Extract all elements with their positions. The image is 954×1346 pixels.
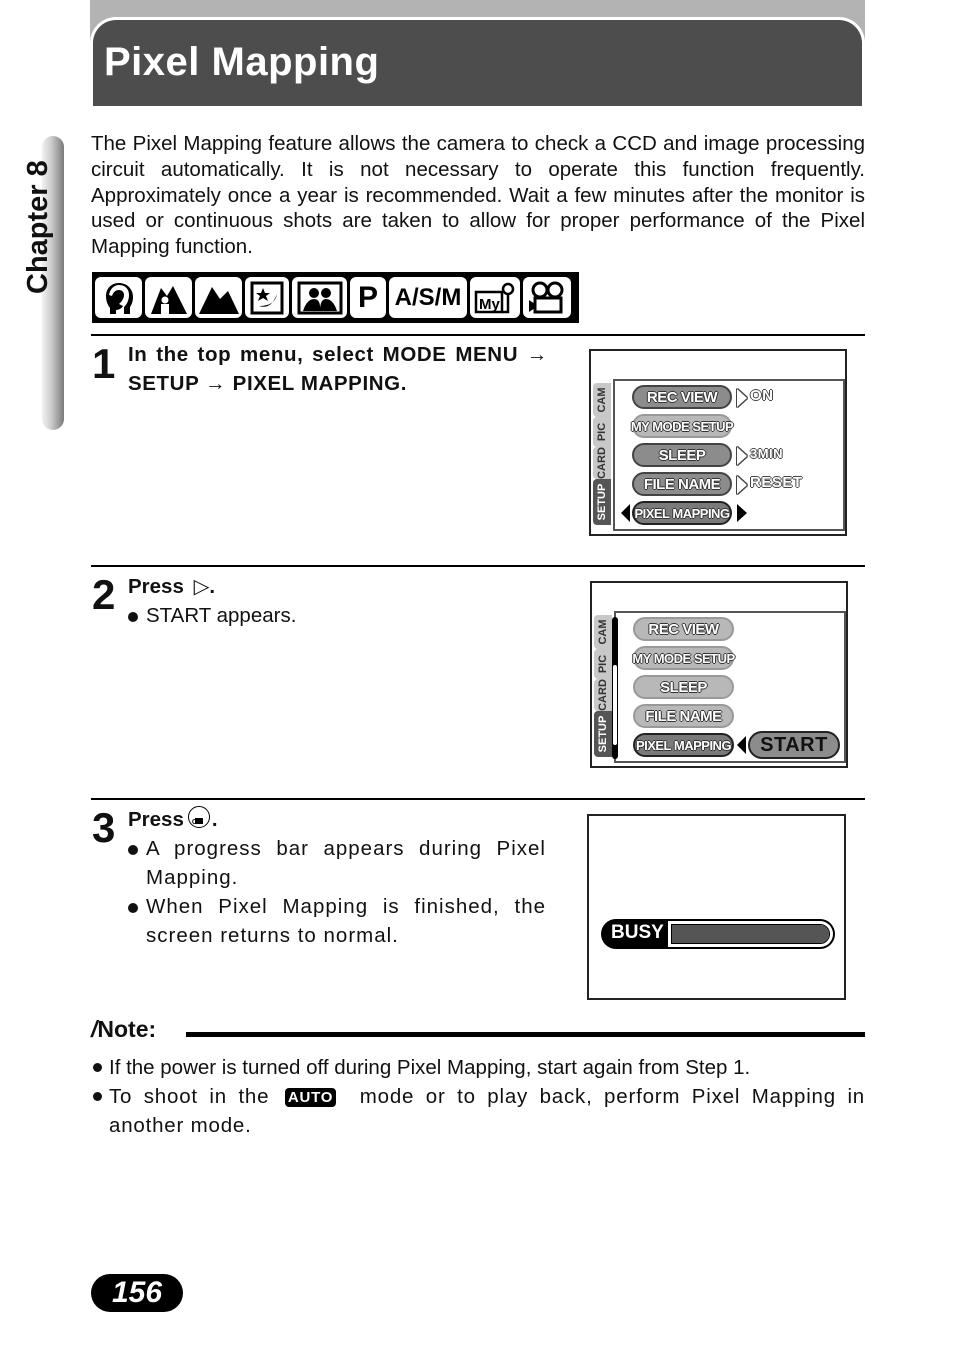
page-number: 156	[91, 1274, 183, 1312]
step-2-bullets: START appears.	[128, 601, 296, 630]
tab-cam[interactable]: CAM	[594, 615, 612, 649]
menu-item-my-mode-setup[interactable]: MY MODE SETUP	[632, 646, 735, 670]
lcd-screen-busy: BUSY	[587, 814, 846, 1000]
chapter-label: Chapter 8	[22, 160, 54, 294]
menu-item-pixel-mapping[interactable]: PIXEL MAPPING	[633, 733, 734, 757]
menu-item-rec-view[interactable]: REC VIEW	[633, 617, 734, 641]
tab-setup[interactable]: SETUP	[593, 479, 611, 525]
night-scene-icon	[245, 277, 289, 318]
movie-icon	[523, 277, 571, 318]
menu-item-file-name[interactable]: FILE NAME	[633, 704, 734, 728]
sleep-value: 3MIN	[750, 446, 784, 461]
intro-paragraph: The Pixel Mapping feature allows the cam…	[91, 132, 865, 259]
arrow-right-icon	[737, 447, 747, 465]
tab-pic[interactable]: PIC	[593, 417, 611, 447]
busy-label: BUSY	[611, 922, 664, 943]
start-button[interactable]: START	[748, 731, 840, 759]
svg-text:My: My	[479, 296, 500, 313]
arrow-left-icon	[737, 736, 746, 754]
note-item: If the power is turned off during Pixel …	[91, 1053, 865, 1082]
note-heading: /Note:	[91, 1016, 157, 1042]
menu-item-sleep[interactable]: SLEEP	[632, 443, 732, 467]
bullet-item: When Pixel Mapping is finished, the scre…	[128, 892, 546, 950]
my-mode-icon: My	[470, 277, 520, 318]
arrow-right-icon	[737, 389, 747, 407]
menu-item-sleep[interactable]: SLEEP	[633, 675, 734, 699]
right-button-icon: ▷	[193, 575, 210, 598]
bullet-item: A progress bar appears during Pixel Mapp…	[128, 834, 546, 892]
tab-pic[interactable]: PIC	[594, 649, 612, 679]
progress-bar	[668, 921, 833, 947]
landscape-portrait-icon	[145, 277, 192, 318]
tab-card[interactable]: CARD	[594, 679, 612, 711]
tab-setup[interactable]: SETUP	[594, 711, 612, 757]
bullet-item: START appears.	[128, 601, 296, 630]
progress-track	[671, 924, 830, 944]
step-3-bullets: A progress bar appears during Pixel Mapp…	[128, 834, 546, 950]
step-number: 3	[92, 804, 116, 851]
progress-indicator: BUSY	[601, 919, 835, 949]
menu-item-file-name[interactable]: FILE NAME	[632, 472, 732, 496]
file-name-value: RESET	[750, 474, 803, 491]
step-divider	[91, 565, 865, 567]
note-list: If the power is turned off during Pixel …	[91, 1053, 865, 1140]
rec-view-value: ON	[750, 387, 774, 404]
landscape-icon	[195, 277, 242, 318]
step-divider	[91, 334, 865, 336]
step-number: 2	[92, 571, 116, 618]
portrait-icon	[95, 277, 142, 318]
progress-fill	[672, 925, 829, 943]
menu-item-rec-view[interactable]: REC VIEW	[632, 385, 732, 409]
asm-mode-icon: A/S/M	[389, 277, 467, 318]
page-title: Pixel Mapping	[104, 40, 380, 84]
note-item: To shoot in the AUTO mode or to play bac…	[91, 1082, 865, 1140]
tab-card[interactable]: CARD	[593, 447, 611, 479]
program-mode-icon: P	[350, 277, 386, 318]
step-2-instruction: Press ▷.	[128, 575, 216, 598]
ok-menu-button-icon	[187, 806, 210, 837]
step-3-instruction: Press.	[128, 805, 218, 837]
arrow-right-icon	[737, 504, 747, 522]
scroll-thumb[interactable]	[613, 665, 617, 745]
menu-item-pixel-mapping[interactable]: PIXEL MAPPING	[632, 501, 732, 525]
lcd-screen-setup-menu: CAM PIC CARD SETUP REC VIEW ON MY MODE S…	[589, 349, 847, 536]
arrow-right-icon	[737, 476, 747, 494]
arrow-left-icon	[621, 504, 630, 522]
step-divider	[91, 798, 865, 800]
step-number: 1	[92, 340, 116, 387]
scrollbar[interactable]	[612, 617, 618, 759]
shooting-mode-icons: P A/S/M My	[92, 272, 579, 323]
note-divider	[186, 1032, 865, 1037]
auto-mode-icon: AUTO	[284, 1088, 337, 1107]
lcd-screen-start: CAM PIC CARD SETUP REC VIEW MY MODE SETU…	[590, 581, 848, 768]
menu-item-my-mode-setup[interactable]: MY MODE SETUP	[631, 414, 734, 438]
tab-cam[interactable]: CAM	[593, 383, 611, 417]
self-portrait-icon	[292, 277, 347, 318]
step-1-instruction: In the top menu, select MODE MENU → SETU…	[128, 343, 548, 395]
